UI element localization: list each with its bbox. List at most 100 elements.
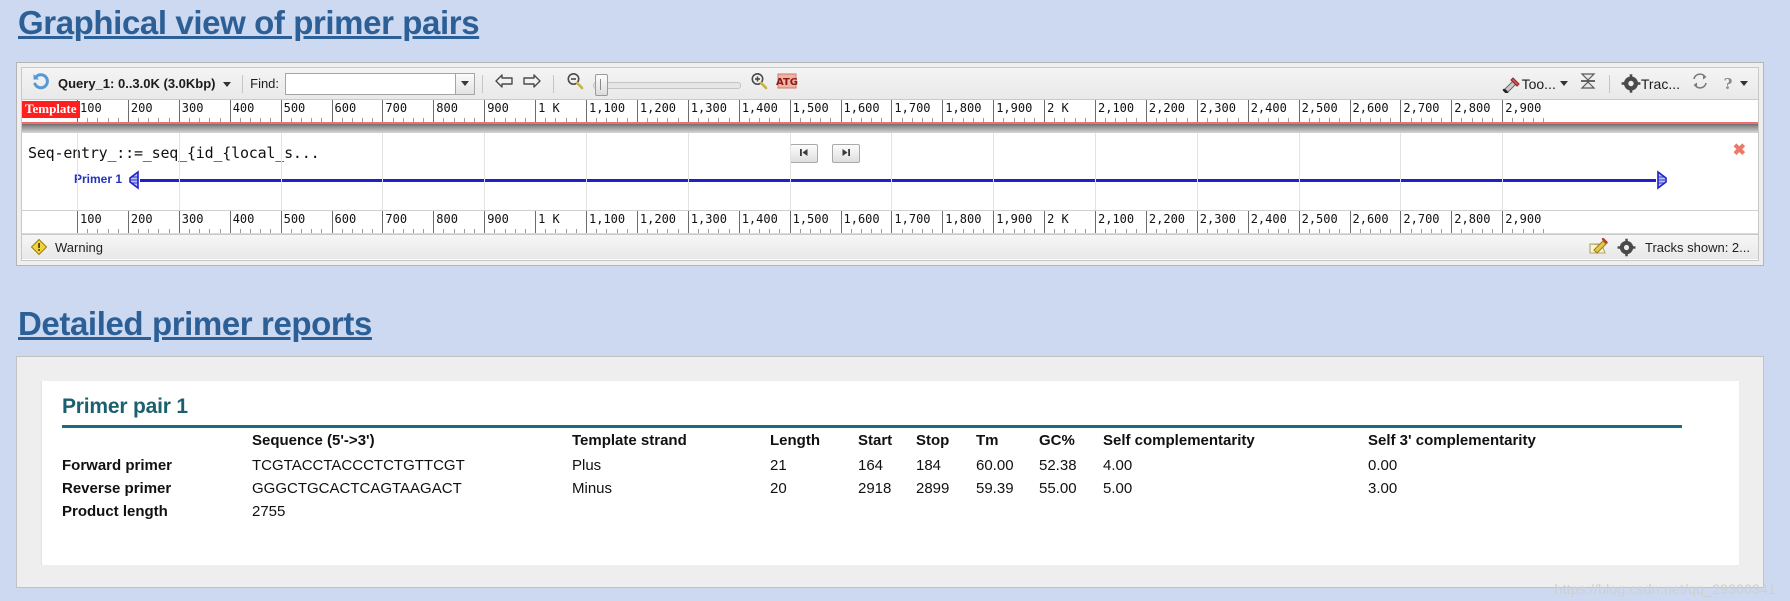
ruler-minor-tick	[1074, 229, 1076, 233]
sequence-ruler-bottom[interactable]: 100 200 300 400 500 600 700 800 900 1 K 1,100 1,200…	[22, 210, 1758, 234]
ruler-minor-tick	[260, 118, 262, 122]
query-range-dropdown[interactable]: Query_1: 0..3.0K (3.0Kbp)	[54, 76, 235, 91]
help-button[interactable]: ?	[1716, 75, 1754, 93]
undo-arrow-icon	[30, 71, 50, 96]
gear-icon[interactable]	[1617, 238, 1636, 257]
viewer-toolbar: Query_1: 0..3.0K (3.0Kbp) Find: ATG Too.…	[22, 68, 1758, 100]
ruler-minor-tick	[1237, 229, 1239, 233]
status-right-group: Tracks shown: 2...	[1588, 238, 1750, 257]
ruler-minor-tick	[1359, 229, 1361, 233]
ruler-minor-tick	[412, 118, 414, 122]
cell-reverse-self3-complementarity: 3.00	[1368, 480, 1398, 497]
ruler-minor-tick	[820, 118, 822, 122]
zoom-out-button[interactable]	[561, 71, 589, 97]
ruler-minor-tick	[1318, 229, 1320, 233]
tools-menu-button[interactable]: Too...	[1498, 75, 1572, 93]
ruler-minor-tick	[769, 229, 771, 233]
ruler-minor-tick	[555, 229, 557, 233]
ruler-minor-tick	[575, 229, 577, 233]
find-dropdown-button[interactable]	[455, 73, 475, 94]
ruler-minor-tick	[362, 118, 364, 122]
ruler-minor-tick	[87, 229, 89, 233]
sequence-viewer-panel: Query_1: 0..3.0K (3.0Kbp) Find: ATG Too.…	[16, 62, 1764, 266]
ruler-minor-tick	[1217, 229, 1219, 233]
ruler-minor-tick	[1410, 118, 1412, 122]
toolbar-divider	[1608, 74, 1610, 93]
find-combo[interactable]	[285, 72, 476, 95]
ruler-minor-tick	[1542, 229, 1544, 233]
sequence-ruler-top[interactable]: Template 100 200 300 400 500 600 700 800 900 1 K1…	[22, 100, 1758, 124]
tracks-shown-label[interactable]: Tracks shown: 2...	[1645, 240, 1750, 255]
ruler-minor-tick	[1135, 118, 1137, 122]
ruler-minor-tick	[1074, 118, 1076, 122]
chevron-down-icon	[223, 82, 232, 88]
row-label-product-length: Product length	[62, 503, 168, 520]
primer-feature-bar[interactable]	[140, 179, 1656, 182]
ruler-minor-tick	[1318, 118, 1320, 122]
next-button[interactable]	[518, 71, 546, 97]
primer-start-cap-icon	[128, 170, 142, 190]
ruler-minor-tick	[1033, 229, 1035, 233]
ruler-minor-tick	[250, 229, 252, 233]
ruler-minor-tick	[972, 229, 974, 233]
ruler-minor-tick	[759, 229, 761, 233]
ruler-minor-tick	[199, 229, 201, 233]
ruler-minor-tick	[158, 118, 160, 122]
navigate-first-button[interactable]	[790, 144, 818, 163]
ruler-minor-tick	[423, 229, 425, 233]
tracks-menu-button[interactable]: Trac...	[1617, 74, 1684, 93]
ruler-minor-tick	[1135, 229, 1137, 233]
ruler-minor-tick	[1369, 229, 1371, 233]
zoom-in-icon	[749, 71, 769, 96]
graph-gridline	[1400, 133, 1402, 210]
ruler-minor-tick	[1329, 118, 1331, 122]
column-header-start: Start	[858, 425, 916, 454]
ruler-minor-tick	[1084, 118, 1086, 122]
sequence-viewer-inner: Query_1: 0..3.0K (3.0Kbp) Find: ATG Too.…	[21, 67, 1759, 261]
navigate-next-button[interactable]	[832, 144, 860, 163]
close-track-icon[interactable]: ✖	[1733, 143, 1746, 159]
ruler-minor-tick	[1013, 118, 1015, 122]
ruler-minor-tick	[1125, 118, 1127, 122]
cell-reverse-start: 2918	[858, 480, 892, 497]
ruler-minor-tick	[158, 229, 160, 233]
ruler-minor-tick	[708, 118, 710, 122]
zoom-to-sequence-button[interactable]: ATG	[773, 71, 801, 97]
zoom-slider[interactable]	[593, 73, 742, 96]
primer-pair-card: Primer pair 1 Sequence (5'->3') Template…	[41, 381, 1739, 565]
ruler-minor-tick	[1156, 118, 1158, 122]
zoom-slider-thumb[interactable]	[595, 73, 609, 96]
ruler-minor-tick	[311, 118, 313, 122]
collapse-tracks-button[interactable]	[1574, 71, 1602, 97]
search-input[interactable]	[286, 73, 456, 94]
ruler-minor-tick	[1542, 118, 1544, 122]
ruler-minor-tick	[188, 118, 190, 122]
ruler-minor-tick	[626, 229, 628, 233]
ruler-minor-tick	[718, 229, 720, 233]
ruler-minor-tick	[820, 229, 822, 233]
column-header-self3-complementarity: Self 3' complementarity	[1368, 425, 1682, 454]
ruler-minor-tick	[1522, 118, 1524, 122]
column-header-gc: GC%	[1039, 425, 1103, 454]
ruler-minor-tick	[300, 118, 302, 122]
ruler-minor-tick	[1410, 229, 1412, 233]
ruler-minor-tick	[1471, 229, 1473, 233]
ruler-minor-tick	[1308, 229, 1310, 233]
ruler-minor-tick	[718, 118, 720, 122]
ruler-minor-tick	[1023, 118, 1025, 122]
back-button[interactable]	[26, 71, 54, 97]
ruler-minor-tick	[1369, 118, 1371, 122]
query-range-label: Query_1: 0..3.0K (3.0Kbp)	[58, 76, 216, 91]
cell-reverse-sequence: GGGCTGCACTCAGTAAGACT	[252, 480, 462, 497]
previous-button[interactable]	[490, 71, 518, 97]
ruler-minor-tick	[972, 118, 974, 122]
status-left-group: Warning	[30, 238, 103, 256]
ruler-minor-tick	[575, 118, 577, 122]
cell-empty	[1103, 500, 1368, 523]
column-header-tm: Tm	[976, 425, 1039, 454]
reload-button[interactable]	[1686, 71, 1714, 97]
ruler-minor-tick	[1441, 229, 1443, 233]
pencil-edit-icon[interactable]	[1588, 238, 1608, 256]
cell-reverse-self-complementarity: 5.00	[1103, 480, 1133, 497]
zoom-in-button[interactable]	[745, 71, 773, 97]
